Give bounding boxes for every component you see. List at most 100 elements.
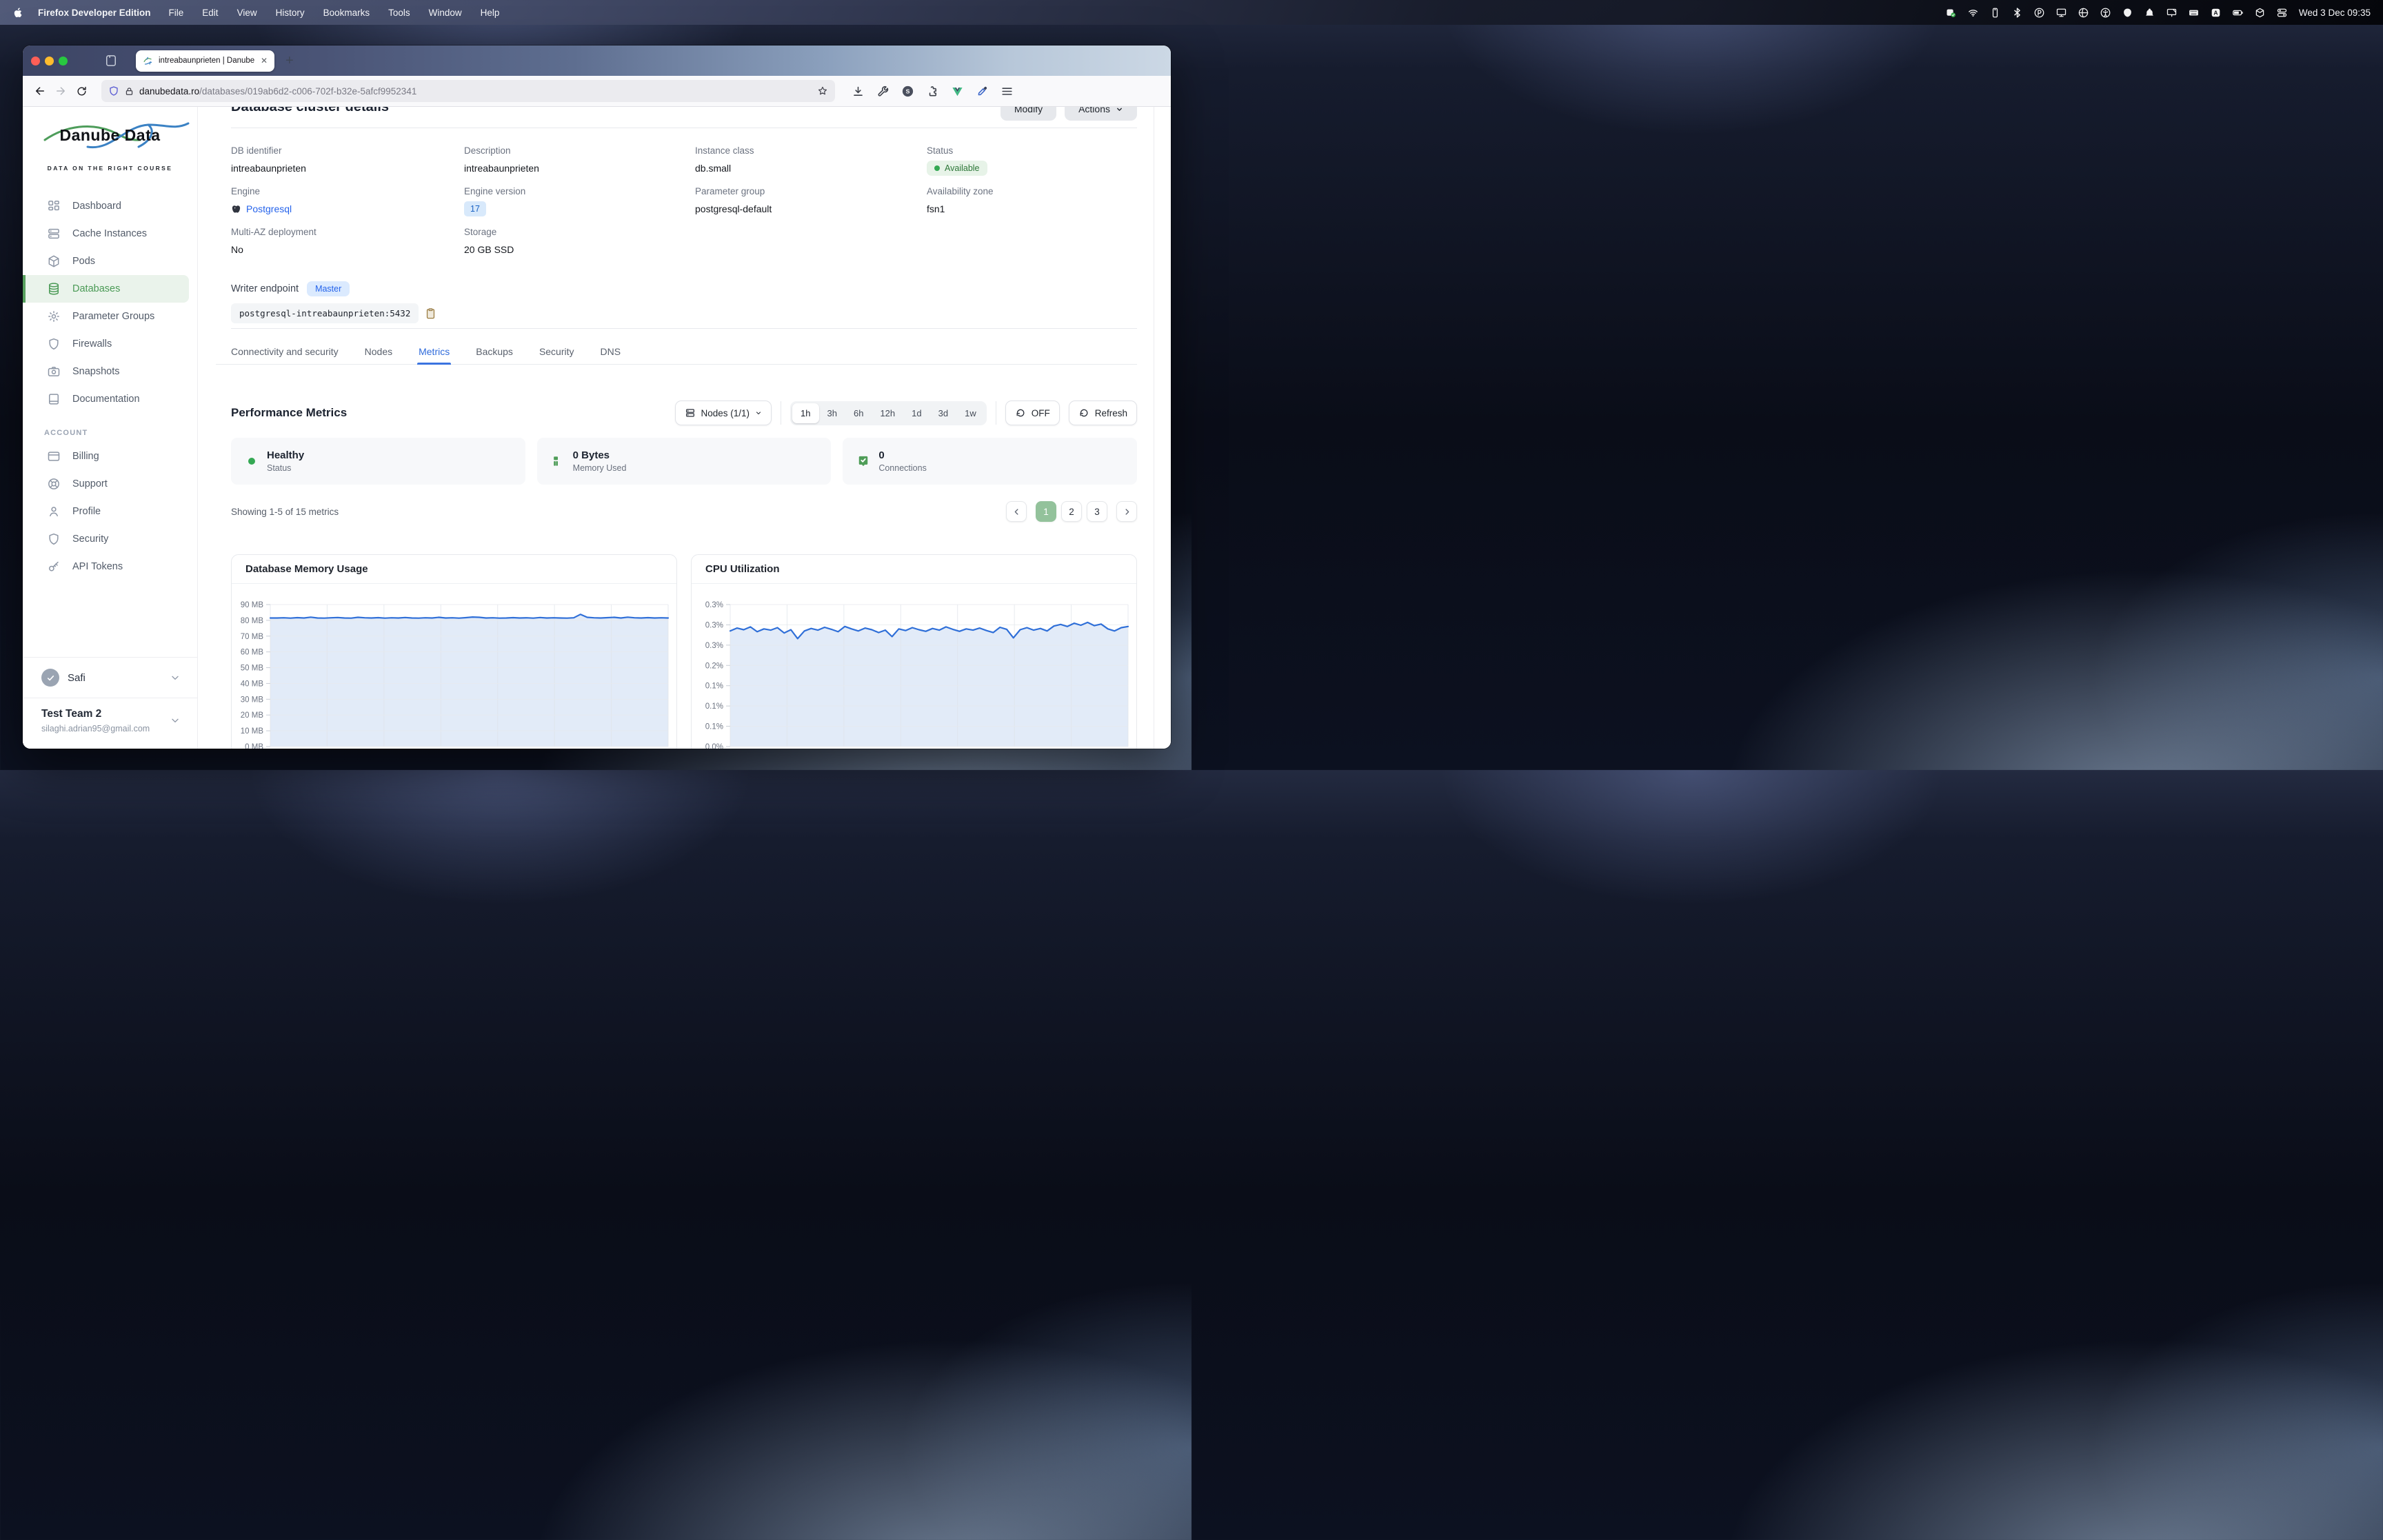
wifi-icon[interactable] xyxy=(1967,7,1979,19)
menu-item[interactable]: Window xyxy=(429,8,462,18)
menu-item[interactable]: View xyxy=(237,8,257,18)
engine-link[interactable]: Postgresql xyxy=(231,203,292,214)
eyedropper-icon[interactable] xyxy=(976,85,989,98)
extension-puzzle-icon[interactable] xyxy=(926,85,939,98)
svg-text:10 MB: 10 MB xyxy=(241,727,264,736)
sidebar-item[interactable]: Documentation xyxy=(23,385,189,413)
sidebar-item-label: Support xyxy=(72,478,108,489)
refresh-button[interactable]: Refresh xyxy=(1069,401,1137,425)
zoom-window-button[interactable] xyxy=(59,57,68,65)
box-icon[interactable] xyxy=(2254,7,2266,19)
reload-button-icon[interactable] xyxy=(71,81,92,101)
parallels-icon[interactable] xyxy=(2033,7,2045,19)
new-tab-button[interactable]: + xyxy=(285,53,294,69)
svg-text:0.1%: 0.1% xyxy=(705,702,723,711)
url-path: /databases/019ab6d2-c006-702f-b32e-5afcf… xyxy=(199,86,416,97)
sidebar-item[interactable]: Billing xyxy=(23,443,189,470)
team-switcher[interactable]: Test Team 2 silaghi.adrian95@gmail.com xyxy=(23,698,197,749)
sidebar-item[interactable]: Profile xyxy=(23,498,189,525)
sidebar-item[interactable]: Security xyxy=(23,525,189,553)
vue-devtools-icon[interactable] xyxy=(951,85,964,98)
tab-item[interactable]: Connectivity and security xyxy=(231,338,339,364)
https-lock-icon[interactable] xyxy=(124,86,134,97)
sidebar-item[interactable]: Support xyxy=(23,470,189,498)
time-range-option[interactable]: 1w xyxy=(956,403,985,423)
actions-button-label: Actions xyxy=(1078,107,1110,114)
accessibility-icon[interactable] xyxy=(2100,7,2111,19)
time-range-option[interactable]: 1d xyxy=(903,403,929,423)
sidebar-item[interactable]: API Tokens xyxy=(23,553,189,580)
url-text[interactable]: danubedata.ro/databases/019ab6d2-c006-70… xyxy=(139,86,812,97)
nodes-dropdown[interactable]: Nodes (1/1) xyxy=(675,401,772,425)
detail-value: Available xyxy=(927,161,1137,175)
tab-item[interactable]: Nodes xyxy=(365,338,392,364)
pagination-next-button[interactable] xyxy=(1116,501,1137,522)
time-range-option[interactable]: 1h xyxy=(792,403,818,423)
close-window-button[interactable] xyxy=(31,57,40,65)
sidebar-item[interactable]: Databases xyxy=(23,275,189,303)
auto-refresh-toggle[interactable]: OFF xyxy=(1005,401,1060,425)
s-extension-icon[interactable]: S xyxy=(901,85,914,98)
input-source-icon[interactable] xyxy=(1945,7,1957,19)
pagination-prev-button[interactable] xyxy=(1006,501,1027,522)
tab-item[interactable]: Backups xyxy=(476,338,513,364)
keyboard-icon[interactable] xyxy=(2188,7,2200,19)
siri-icon[interactable] xyxy=(2122,7,2133,19)
svg-text:0.2%: 0.2% xyxy=(705,662,723,670)
back-button-icon[interactable] xyxy=(30,81,50,101)
tab-close-button[interactable]: ✕ xyxy=(261,56,268,65)
actions-button[interactable]: Actions xyxy=(1065,107,1137,121)
apple-logo-icon[interactable] xyxy=(12,7,24,19)
bookmark-star-icon[interactable] xyxy=(817,85,828,97)
notification-icon[interactable] xyxy=(2144,7,2155,19)
refresh-button-label: Refresh xyxy=(1095,408,1127,418)
sidebar-item[interactable]: Cache Instances xyxy=(23,220,189,247)
sidebar-item[interactable]: Pods xyxy=(23,247,189,275)
pagination-page-button[interactable]: 2 xyxy=(1061,501,1082,522)
sidebar-toggle-icon[interactable] xyxy=(104,54,118,68)
a-badge-icon[interactable]: A xyxy=(2210,7,2222,19)
pagination-page-button[interactable]: 1 xyxy=(1036,501,1056,522)
pagination-page-button[interactable]: 3 xyxy=(1087,501,1107,522)
sidebar-item[interactable]: Snapshots xyxy=(23,358,189,385)
detail-field: Engine Postgresql xyxy=(231,186,464,216)
developer-tools-wrench-icon[interactable] xyxy=(876,85,889,98)
tab-item[interactable]: Security xyxy=(539,338,574,364)
tab-item[interactable]: Metrics xyxy=(419,338,450,364)
bluetooth-icon[interactable] xyxy=(2011,7,2023,19)
browser-tab[interactable]: intreabaunprieten | DanubeData ✕ xyxy=(136,50,274,72)
menu-item[interactable]: Tools xyxy=(388,8,410,18)
menu-item[interactable]: File xyxy=(169,8,184,18)
user-name: Safi xyxy=(68,672,161,684)
downloads-icon[interactable] xyxy=(852,85,865,98)
globe-icon[interactable] xyxy=(2078,7,2089,19)
screen-mirroring-icon[interactable] xyxy=(2166,7,2178,19)
sidebar-item[interactable]: Dashboard xyxy=(23,192,189,220)
menu-app-name[interactable]: Firefox Developer Edition xyxy=(38,8,151,18)
time-range-option[interactable]: 12h xyxy=(872,403,903,423)
time-range-option[interactable]: 3h xyxy=(819,403,845,423)
menu-item[interactable]: History xyxy=(276,8,305,18)
url-bar[interactable]: danubedata.ro/databases/019ab6d2-c006-70… xyxy=(101,80,835,102)
control-center-icon[interactable] xyxy=(2276,7,2288,19)
time-range-option[interactable]: 6h xyxy=(845,403,872,423)
menu-item[interactable]: Help xyxy=(481,8,500,18)
phone-icon[interactable] xyxy=(1989,7,2001,19)
copy-clipboard-icon[interactable] xyxy=(425,307,436,320)
display-icon[interactable] xyxy=(2055,7,2067,19)
sidebar-item[interactable]: Parameter Groups xyxy=(23,303,189,330)
menubar-clock[interactable]: Wed 3 Dec 09:35 xyxy=(2299,8,2371,18)
sidebar-item-label: Parameter Groups xyxy=(72,311,154,322)
minimize-window-button[interactable] xyxy=(45,57,54,65)
battery-icon[interactable] xyxy=(2232,7,2244,19)
forward-button-icon[interactable] xyxy=(50,81,71,101)
hamburger-menu-icon[interactable] xyxy=(1001,85,1014,98)
tab-item[interactable]: DNS xyxy=(601,338,621,364)
user-switcher[interactable]: Safi xyxy=(23,658,197,698)
menu-item[interactable]: Bookmarks xyxy=(323,8,370,18)
modify-button[interactable]: Modify xyxy=(1001,107,1056,121)
tracking-protection-shield-icon[interactable] xyxy=(108,85,119,97)
time-range-option[interactable]: 3d xyxy=(930,403,956,423)
sidebar-item[interactable]: Firewalls xyxy=(23,330,189,358)
menu-item[interactable]: Edit xyxy=(202,8,218,18)
